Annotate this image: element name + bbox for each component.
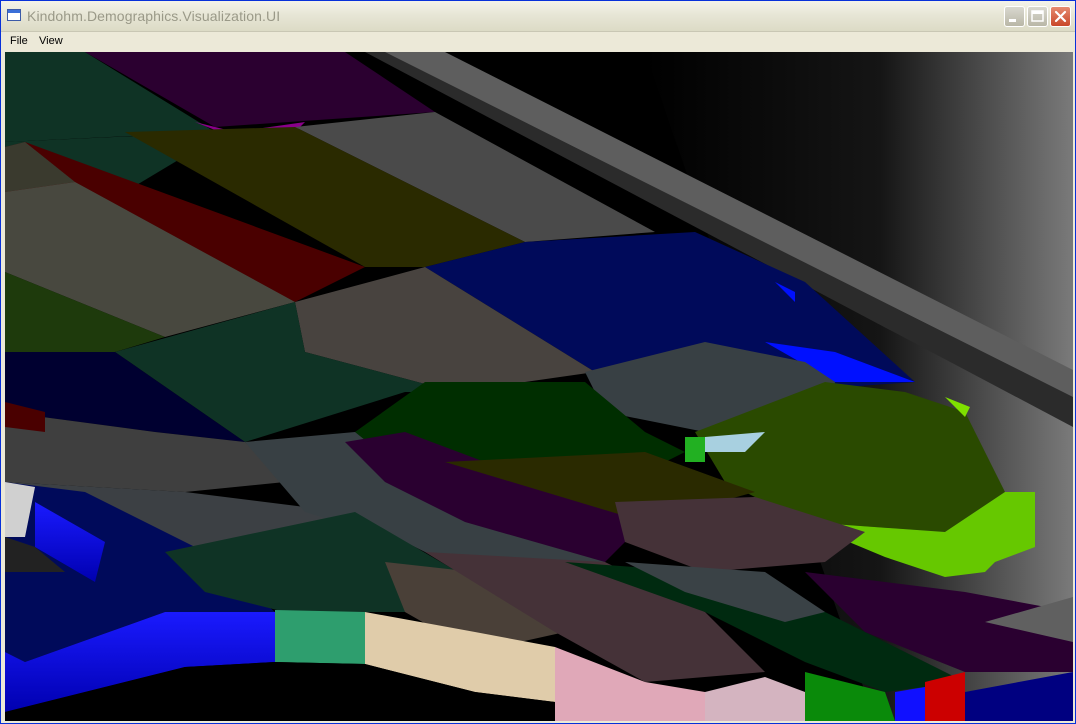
close-button[interactable] <box>1050 6 1071 27</box>
window-title: Kindohm.Demographics.Visualization.UI <box>27 8 281 24</box>
menu-view[interactable]: View <box>39 35 63 47</box>
maximize-button[interactable] <box>1027 6 1048 27</box>
maximize-icon <box>1031 10 1044 22</box>
menu-file[interactable]: File <box>10 35 28 47</box>
application-window: Kindohm.Demographics.Visualization.UI Fi… <box>0 0 1076 724</box>
minimize-icon <box>1009 19 1016 22</box>
wall-teal-bottom <box>275 610 365 664</box>
window-app-icon[interactable] <box>7 9 21 21</box>
3d-viewport[interactable] <box>5 52 1073 721</box>
menu-bar: File View <box>1 32 1075 52</box>
title-bar[interactable]: Kindohm.Demographics.Visualization.UI <box>1 1 1075 32</box>
wall-blue-2-bottom <box>895 687 925 721</box>
demographics-3d-scene[interactable] <box>5 52 1073 721</box>
region-green-sliver <box>685 437 705 462</box>
minimize-button[interactable] <box>1004 6 1025 27</box>
close-icon <box>1054 10 1067 23</box>
